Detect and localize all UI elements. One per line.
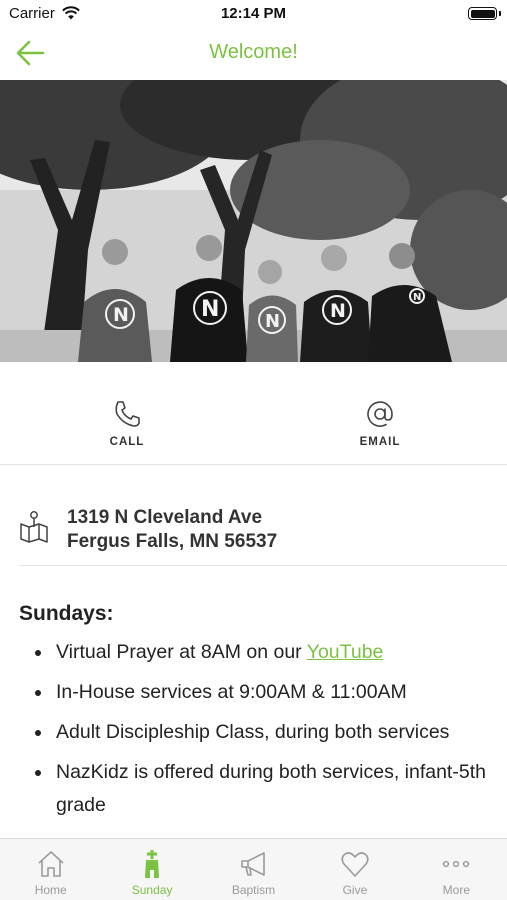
list-item-text: NazKidz is offered during both services,… <box>56 761 486 816</box>
battery-tip <box>499 11 501 16</box>
list-item-text: In-House services at 9:00AM & 11:00AM <box>56 681 407 703</box>
contact-actions: CALL EMAIL <box>0 362 507 465</box>
at-sign-icon <box>367 401 393 427</box>
list-item: In-House services at 9:00AM & 11:00AM <box>19 676 489 709</box>
svg-text:N: N <box>265 311 280 332</box>
megaphone-icon <box>240 852 265 876</box>
list-item-text: Adult Discipleship Class, during both se… <box>56 721 450 743</box>
svg-text:N: N <box>201 297 219 322</box>
more-dots-icon <box>443 860 470 868</box>
hero-photo: N N N N N <box>0 80 507 362</box>
battery-icon <box>468 7 497 20</box>
phone-icon <box>115 401 140 427</box>
list-item: NazKidz is offered during both services,… <box>19 756 489 822</box>
home-icon <box>38 851 64 877</box>
list-item-text: Virtual Prayer at 8AM on our <box>56 641 307 663</box>
address-text: 1319 N Cleveland Ave Fergus Falls, MN 56… <box>67 506 277 554</box>
list-item: Virtual Prayer at 8AM on our YouTube <box>19 636 489 669</box>
address-line-1: 1319 N Cleveland Ave <box>67 507 263 528</box>
address-row[interactable]: 1319 N Cleveland Ave Fergus Falls, MN 56… <box>19 466 507 566</box>
tab-label: Baptism <box>231 883 276 897</box>
sundays-section: Sundays: Virtual Prayer at 8AM on our Yo… <box>19 602 489 829</box>
svg-text:N: N <box>413 292 421 303</box>
call-label: CALL <box>109 436 145 448</box>
youtube-link[interactable]: YouTube <box>307 641 384 663</box>
tab-label: More <box>442 883 470 897</box>
list-item: Adult Discipleship Class, during both se… <box>19 716 489 749</box>
tab-baptism[interactable]: Baptism <box>203 839 304 900</box>
tab-home[interactable]: Home <box>0 839 101 900</box>
group-photo-image: N N N N N <box>0 80 507 362</box>
tab-more[interactable]: More <box>406 839 507 900</box>
page-title: Welcome! <box>209 41 298 63</box>
email-label: EMAIL <box>359 436 401 448</box>
heart-icon <box>341 852 369 877</box>
status-bar: Carrier 12:14 PM <box>0 0 507 28</box>
section-heading: Sundays: <box>19 602 114 625</box>
status-time: 12:14 PM <box>220 5 287 22</box>
tab-label: Give <box>342 883 368 897</box>
svg-text:N: N <box>330 300 346 322</box>
tab-sunday[interactable]: Sunday <box>101 839 202 900</box>
email-button[interactable]: EMAIL <box>320 398 440 448</box>
call-button[interactable]: CALL <box>67 398 187 448</box>
tab-bar: Home Sunday Baptism Give More <box>0 838 507 900</box>
tab-label: Sunday <box>131 883 173 897</box>
tab-label: Home <box>34 883 67 897</box>
sundays-list: Virtual Prayer at 8AM on our YouTube In-… <box>19 636 489 822</box>
svg-text:N: N <box>113 304 129 326</box>
map-pin-icon <box>20 511 48 543</box>
nav-bar: Welcome! <box>0 28 507 78</box>
tab-give[interactable]: Give <box>304 839 405 900</box>
address-line-2: Fergus Falls, MN 56537 <box>67 531 278 552</box>
church-icon <box>145 850 160 878</box>
